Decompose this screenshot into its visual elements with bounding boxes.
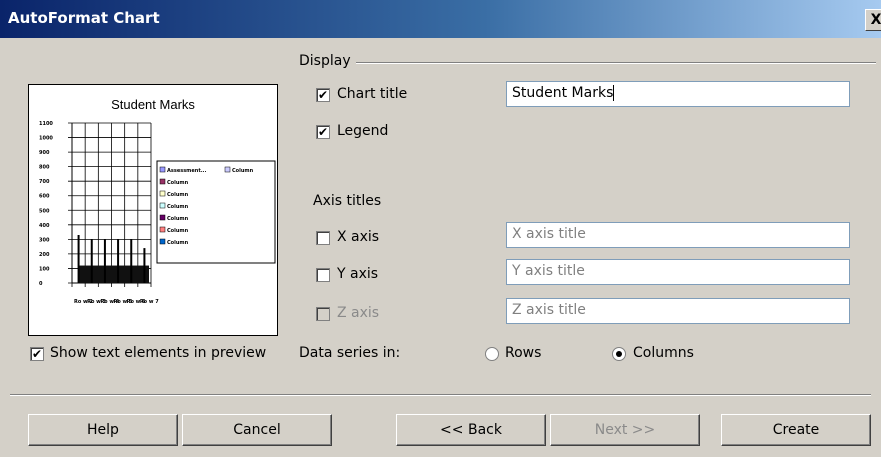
preview-bar <box>103 239 106 283</box>
preview-y-tick-label: 600 <box>39 194 50 200</box>
preview-bar <box>77 235 80 283</box>
data-series-label: Data series in: <box>299 345 401 361</box>
preview-legend-swatch <box>159 226 166 233</box>
x-axis-label: X axis <box>337 229 380 245</box>
title-bar[interactable]: AutoFormat Chart X <box>0 0 881 38</box>
preview-x-tick-label: Ro w 7 <box>140 299 159 305</box>
rows-radio-label: Rows <box>505 345 542 361</box>
preview-legend-entry: Column <box>167 180 189 186</box>
show-text-label: Show text elements in preview <box>50 345 267 361</box>
preview-chart: Student Marks110010009008007006005004003… <box>39 97 276 305</box>
preview-legend-entry: Column <box>167 204 189 210</box>
x-axis-title-input[interactable]: X axis title <box>506 222 850 248</box>
preview-legend-entry: Assessment... <box>167 168 207 174</box>
chart-title-label: Chart title <box>337 86 408 102</box>
close-button[interactable]: X <box>865 9 881 31</box>
y-axis-title-input[interactable]: Y axis title <box>506 259 850 285</box>
z-axis-title-input: Z axis title <box>506 298 850 324</box>
back-button[interactable]: << Back <box>396 414 546 446</box>
columns-radio-dot <box>616 351 622 357</box>
preview-chart-title: Student Marks <box>111 97 195 112</box>
display-group-label: Display <box>299 53 351 69</box>
preview-y-tick-label: 400 <box>39 223 50 229</box>
next-button: Next >> <box>550 414 700 446</box>
preview-y-tick-label: 700 <box>39 179 50 185</box>
preview-y-tick-label: 500 <box>39 208 50 214</box>
preview-bar <box>117 239 120 283</box>
preview-y-tick-label: 200 <box>39 252 50 258</box>
preview-legend-swatch <box>159 202 166 209</box>
preview-legend-entry: Column <box>167 192 189 198</box>
z-axis-label: Z axis <box>337 305 380 321</box>
show-text-checkbox[interactable]: ✔ <box>30 347 44 361</box>
autoformat-chart-dialog: AutoFormat Chart X Student Marks 1100 1000… <box>0 0 881 457</box>
preview-base-bar <box>78 265 149 283</box>
preview-legend-swatch <box>159 190 166 197</box>
display-group-line <box>356 62 876 64</box>
x-axis-checkbox[interactable] <box>316 231 330 245</box>
preview-legend <box>156 160 276 264</box>
legend-checkbox[interactable]: ✔ <box>316 125 330 139</box>
preview-legend-swatch <box>224 166 231 173</box>
preview-legend-swatch <box>159 238 166 245</box>
preview-y-tick-label: 300 <box>39 237 50 243</box>
legend-label: Legend <box>337 123 389 139</box>
chart-preview: Student Marks 1100 1000 900 800 700 600 500 400 3… <box>28 84 278 336</box>
chart-title-checkbox[interactable]: ✔ <box>316 88 330 102</box>
preview-y-tick-label: 0 <box>39 281 43 287</box>
z-axis-checkbox <box>316 307 330 321</box>
preview-y-tick-label: 1100 <box>39 121 53 127</box>
axis-titles-label: Axis titles <box>313 193 382 209</box>
button-separator <box>10 394 871 396</box>
preview-y-tick-label: 1000 <box>39 136 53 142</box>
preview-bar <box>130 239 133 283</box>
preview-legend-swatch <box>159 214 166 221</box>
y-axis-checkbox[interactable] <box>316 268 330 282</box>
y-axis-label: Y axis <box>337 266 379 282</box>
preview-legend-entry: Column <box>232 168 254 174</box>
preview-legend-entry: Column <box>167 240 189 246</box>
window-title: AutoFormat Chart <box>8 9 160 27</box>
create-button[interactable]: Create <box>721 414 871 446</box>
preview-y-tick-label: 800 <box>39 165 50 171</box>
preview-bar <box>90 239 93 283</box>
rows-radio[interactable] <box>485 347 499 361</box>
columns-radio-label: Columns <box>633 345 694 361</box>
preview-y-tick-label: 900 <box>39 150 50 156</box>
preview-y-tick-label: 100 <box>39 266 50 272</box>
preview-bar <box>143 248 146 283</box>
columns-radio[interactable] <box>612 347 626 361</box>
preview-legend-entry: Column <box>167 216 189 222</box>
cancel-button[interactable]: Cancel <box>182 414 332 446</box>
preview-legend-swatch <box>159 178 166 185</box>
chart-title-input[interactable]: Student Marks <box>506 81 850 107</box>
preview-legend-entry: Column <box>167 228 189 234</box>
help-button[interactable]: Help <box>28 414 178 446</box>
preview-legend-swatch <box>159 166 166 173</box>
